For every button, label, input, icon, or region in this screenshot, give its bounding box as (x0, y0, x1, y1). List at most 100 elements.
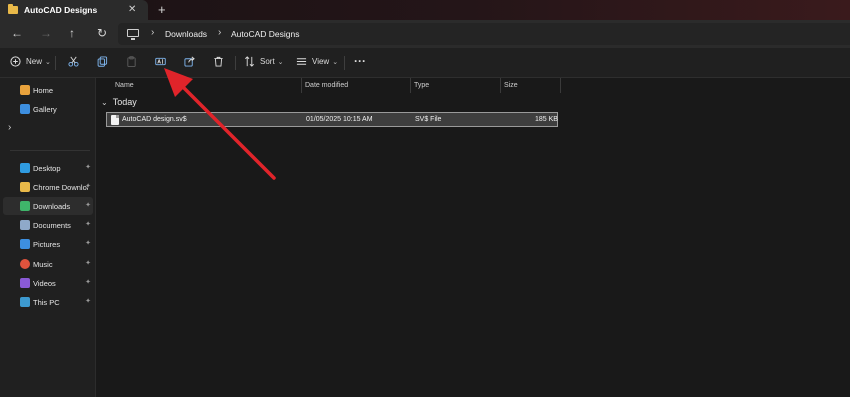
gallery-icon (20, 104, 30, 114)
sidebar-item-videos[interactable]: Videos ✦ (3, 274, 93, 292)
rename-button[interactable] (155, 56, 166, 67)
tab-title: AutoCAD Designs (24, 5, 98, 15)
view-icon (296, 58, 307, 65)
desktop-icon (20, 163, 30, 173)
sidebar-item-label: Pictures (33, 239, 61, 249)
sidebar-item-chrome-downloads[interactable]: Chrome Downloads ✦ (3, 178, 93, 196)
title-bar: AutoCAD Designs ✕ + (0, 0, 850, 20)
breadcrumb-downloads[interactable]: Downloads (165, 29, 207, 39)
file-name: AutoCAD design.sv$ (122, 116, 187, 123)
download-icon (20, 201, 30, 211)
breadcrumb-chevron-icon[interactable]: › (151, 27, 154, 38)
tab-close-icon[interactable]: ✕ (128, 4, 136, 15)
sidebar-item-home[interactable]: Home (3, 81, 93, 99)
pin-icon[interactable]: ✦ (85, 278, 91, 286)
sidebar-divider (10, 150, 90, 151)
sidebar-item-gallery[interactable]: Gallery (3, 100, 93, 118)
file-type: SV$ File (415, 116, 442, 123)
folder-icon (20, 182, 30, 192)
sidebar-item-label: Downloads (33, 201, 71, 211)
sidebar-item-label: This PC (33, 297, 60, 307)
column-divider[interactable] (560, 78, 561, 93)
refresh-button[interactable]: ↻ (97, 26, 107, 40)
new-button[interactable]: New ⌄ (10, 56, 51, 67)
view-button[interactable]: View ⌄ (296, 56, 338, 67)
paste-button[interactable] (126, 56, 137, 67)
back-button[interactable]: ← (11, 26, 23, 40)
column-header-type[interactable]: Type (410, 78, 500, 93)
more-icon: ··· (354, 54, 366, 68)
sidebar-item-documents[interactable]: Documents ✦ (3, 216, 93, 234)
sidebar-item-this-pc[interactable]: This PC ✦ (3, 293, 93, 311)
sidebar-item-music[interactable]: Music ✦ (3, 255, 93, 273)
sidebar-item-label: Home (33, 85, 54, 95)
sidebar-item-label: Chrome Downloads (33, 182, 88, 192)
pin-icon[interactable]: ✦ (85, 182, 91, 190)
column-header-name[interactable]: Name (111, 78, 301, 93)
toolbar-divider (344, 56, 345, 70)
address-row: ← → ↑ ↻ › Downloads › AutoCAD Designs (0, 20, 850, 48)
up-button[interactable]: ↑ (69, 26, 75, 40)
sidebar-item-label: Gallery (33, 104, 57, 114)
sidebar-item-label: Music (33, 259, 53, 269)
sidebar-item-label: Documents (33, 220, 71, 230)
breadcrumb-chevron-icon[interactable]: › (218, 27, 221, 38)
expand-chevron-icon[interactable]: › (8, 122, 11, 133)
sidebar-item-label: Videos (33, 278, 56, 288)
address-bar[interactable]: › Downloads › AutoCAD Designs (118, 23, 850, 45)
sidebar-item-pictures[interactable]: Pictures ✦ (3, 235, 93, 253)
sort-button[interactable]: Sort ⌄ (244, 56, 284, 67)
file-icon (111, 115, 119, 125)
toolbar-divider (235, 56, 236, 70)
pin-icon[interactable]: ✦ (85, 239, 91, 247)
share-button[interactable] (184, 56, 195, 67)
sidebar-item-downloads[interactable]: Downloads ✦ (3, 197, 93, 215)
home-icon (20, 85, 30, 95)
column-header-date-modified[interactable]: Date modified (301, 78, 410, 93)
file-list-pane: Name Date modified Type Size ⌄ Today Aut… (97, 78, 850, 397)
delete-button[interactable] (213, 56, 224, 67)
sort-icon (245, 56, 254, 67)
group-header-today[interactable]: ⌄ Today (101, 97, 137, 107)
pictures-icon (20, 239, 30, 249)
column-header-size[interactable]: Size (500, 78, 560, 93)
pin-icon[interactable]: ✦ (85, 201, 91, 209)
file-size: 185 KB (535, 116, 558, 123)
this-pc-icon[interactable] (127, 29, 139, 40)
copy-button[interactable] (97, 56, 108, 67)
chevron-down-icon: ⌄ (45, 58, 51, 66)
chevron-down-icon: ⌄ (332, 58, 339, 66)
cut-button[interactable] (68, 56, 79, 67)
pin-icon[interactable]: ✦ (85, 220, 91, 228)
view-label: View (312, 57, 330, 66)
group-label: Today (112, 97, 137, 107)
forward-button[interactable]: → (40, 26, 52, 40)
rename-icon (155, 57, 166, 66)
breadcrumb-autocad-designs[interactable]: AutoCAD Designs (231, 29, 300, 39)
new-tab-button[interactable]: + (158, 2, 166, 17)
new-icon (10, 56, 21, 67)
videos-icon (20, 278, 30, 288)
share-icon (184, 56, 195, 67)
table-row[interactable]: AutoCAD design.sv$ 01/05/2025 10:15 AM S… (106, 112, 558, 127)
pc-icon (20, 297, 30, 307)
chevron-down-icon: ⌄ (277, 58, 284, 66)
pin-icon[interactable]: ✦ (85, 163, 91, 171)
toolbar-divider (55, 56, 56, 70)
sidebar-item-desktop[interactable]: Desktop ✦ (3, 159, 93, 177)
navigation-pane: Home Gallery › Desktop ✦ Chrome Download… (0, 78, 96, 397)
folder-icon (8, 4, 18, 14)
collapse-chevron-icon: ⌄ (101, 97, 108, 107)
pin-icon[interactable]: ✦ (85, 259, 91, 267)
more-options-button[interactable]: ··· (354, 54, 366, 68)
tab-autocad-designs[interactable]: AutoCAD Designs ✕ (0, 0, 148, 20)
paste-icon (127, 56, 136, 67)
cut-icon (68, 56, 79, 67)
sort-label: Sort (260, 57, 275, 66)
delete-icon (214, 56, 223, 67)
sidebar-item-label: Desktop (33, 163, 61, 173)
pin-icon[interactable]: ✦ (85, 297, 91, 305)
new-label: New (26, 57, 43, 66)
music-icon (20, 259, 30, 269)
documents-icon (20, 220, 30, 230)
